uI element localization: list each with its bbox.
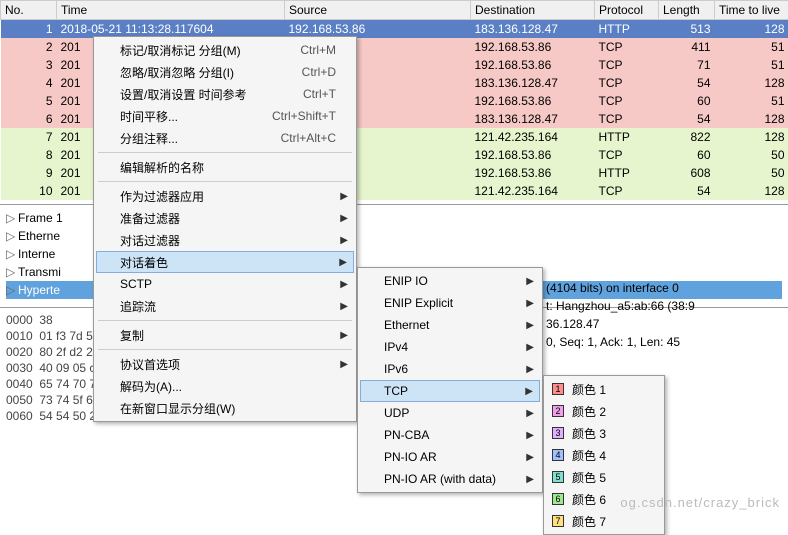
menu-item[interactable]: 复制▶	[96, 324, 354, 346]
col-source[interactable]: Source	[285, 1, 471, 20]
col-ttl[interactable]: Time to live	[715, 1, 788, 20]
menu-item[interactable]: 对话过滤器▶	[96, 229, 354, 251]
menu-item[interactable]: 设置/取消设置 时间参考Ctrl+T	[96, 83, 354, 105]
expand-icon[interactable]: ▷	[6, 245, 18, 263]
menu-item[interactable]: 准备过滤器▶	[96, 207, 354, 229]
menu-item[interactable]: Ethernet▶	[360, 314, 540, 336]
color-swatch-icon: 4	[552, 449, 564, 461]
menu-item[interactable]: PN-IO AR (with data)▶	[360, 468, 540, 490]
menu-item[interactable]: IPv4▶	[360, 336, 540, 358]
menu-item[interactable]: 3颜色 3	[546, 422, 662, 444]
color-swatch-icon: 6	[552, 493, 564, 505]
menu-item[interactable]: 忽略/取消忽略 分组(I)Ctrl+D	[96, 61, 354, 83]
menu-item[interactable]: ENIP Explicit▶	[360, 292, 540, 314]
col-length[interactable]: Length	[659, 1, 715, 20]
menu-item[interactable]: 对话着色▶	[96, 251, 354, 273]
packet-list-header[interactable]: No. Time Source Destination Protocol Len…	[1, 1, 788, 20]
chevron-right-icon: ▶	[525, 386, 533, 397]
menu-item[interactable]: 1颜色 1	[546, 378, 662, 400]
col-protocol[interactable]: Protocol	[595, 1, 659, 20]
col-no[interactable]: No.	[1, 1, 57, 20]
menu-item[interactable]: 在新窗口显示分组(W)	[96, 397, 354, 419]
chevron-right-icon: ▶	[340, 301, 348, 312]
menu-item[interactable]: 4颜色 4	[546, 444, 662, 466]
color-swatch-icon: 3	[552, 427, 564, 439]
menu-item[interactable]: 编辑解析的名称	[96, 156, 354, 178]
menu-item[interactable]: 追踪流▶	[96, 295, 354, 317]
chevron-right-icon: ▶	[339, 257, 347, 268]
chevron-right-icon: ▶	[340, 191, 348, 202]
chevron-right-icon: ▶	[340, 235, 348, 246]
chevron-right-icon: ▶	[526, 364, 534, 375]
expand-icon[interactable]: ▷	[6, 209, 18, 227]
chevron-right-icon: ▶	[526, 452, 534, 463]
menu-item[interactable]: 标记/取消标记 分组(M)Ctrl+M	[96, 39, 354, 61]
color-swatch-icon: 5	[552, 471, 564, 483]
chevron-right-icon: ▶	[526, 430, 534, 441]
color-swatch-icon: 2	[552, 405, 564, 417]
chevron-right-icon: ▶	[526, 474, 534, 485]
expand-icon[interactable]: ▷	[6, 227, 18, 245]
chevron-right-icon: ▶	[526, 298, 534, 309]
menu-item[interactable]: 2颜色 2	[546, 400, 662, 422]
chevron-right-icon: ▶	[526, 320, 534, 331]
color-swatch-icon: 7	[552, 515, 564, 527]
menu-item[interactable]: 解码为(A)...	[96, 375, 354, 397]
color-swatch-icon: 1	[552, 383, 564, 395]
menu-item[interactable]: 协议首选项▶	[96, 353, 354, 375]
watermark: og.csdn.net/crazy_brick	[620, 495, 780, 510]
menu-item[interactable]: UDP▶	[360, 402, 540, 424]
chevron-right-icon: ▶	[526, 342, 534, 353]
menu-item[interactable]: PN-IO AR▶	[360, 446, 540, 468]
context-menu[interactable]: 标记/取消标记 分组(M)Ctrl+M忽略/取消忽略 分组(I)Ctrl+D设置…	[93, 36, 357, 422]
menu-item[interactable]: 7颜色 7	[546, 510, 662, 532]
menu-item[interactable]: PN-CBA▶	[360, 424, 540, 446]
menu-item[interactable]: 时间平移...Ctrl+Shift+T	[96, 105, 354, 127]
table-row[interactable]: 12018-05-21 11:13:28.117604192.168.53.86…	[1, 20, 788, 38]
menu-item[interactable]: 分组注释...Ctrl+Alt+C	[96, 127, 354, 149]
menu-item[interactable]: SCTP▶	[96, 273, 354, 295]
tcp-color-submenu[interactable]: 1颜色 12颜色 23颜色 34颜色 45颜色 56颜色 67颜色 7	[543, 375, 665, 535]
menu-item[interactable]: 作为过滤器应用▶	[96, 185, 354, 207]
menu-item[interactable]: IPv6▶	[360, 358, 540, 380]
chevron-right-icon: ▶	[340, 330, 348, 341]
col-destination[interactable]: Destination	[471, 1, 595, 20]
packet-details-tail: (4104 bits) on interface 0 t: Hangzhou_a…	[546, 279, 695, 351]
chevron-right-icon: ▶	[526, 276, 534, 287]
chevron-right-icon: ▶	[340, 279, 348, 290]
chevron-right-icon: ▶	[340, 213, 348, 224]
expand-icon[interactable]: ▷	[6, 281, 18, 299]
chevron-right-icon: ▶	[526, 408, 534, 419]
menu-item[interactable]: TCP▶	[360, 380, 540, 402]
menu-item[interactable]: 5颜色 5	[546, 466, 662, 488]
expand-icon[interactable]: ▷	[6, 263, 18, 281]
coloring-submenu[interactable]: ENIP IO▶ENIP Explicit▶Ethernet▶IPv4▶IPv6…	[357, 267, 543, 493]
chevron-right-icon: ▶	[340, 359, 348, 370]
menu-item[interactable]: ENIP IO▶	[360, 270, 540, 292]
col-time[interactable]: Time	[57, 1, 285, 20]
